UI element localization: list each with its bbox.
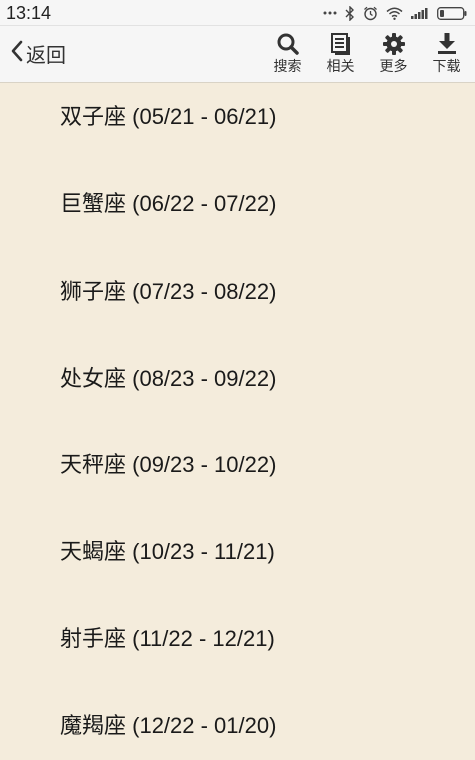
- status-bar: 13:14: [0, 0, 475, 26]
- list-item-name: 双子座: [60, 105, 127, 130]
- list-item-name: 巨蟹座: [60, 192, 127, 217]
- download-button[interactable]: 下载: [420, 32, 473, 78]
- list-item-capricorn[interactable]: 魔羯座 (12/22 - 01/20): [60, 706, 276, 746]
- status-time: 13:14: [6, 3, 52, 23]
- back-label: 返回: [26, 42, 66, 67]
- document-icon: [329, 32, 353, 56]
- signal-icon: [411, 7, 429, 19]
- related-label: 相关: [326, 59, 355, 75]
- wifi-icon: [386, 7, 403, 20]
- list-item-range: (10/23 - 11/21): [126, 539, 275, 564]
- search-label: 搜索: [273, 59, 302, 75]
- list-item-virgo[interactable]: 处女座 (08/23 - 09/22): [60, 359, 276, 399]
- status-icons: [323, 4, 467, 22]
- toolbar-actions: 搜索 相关 更多 下载: [261, 32, 473, 78]
- zodiac-list: 双子座 (05/21 - 06/21) 巨蟹座 (06/22 - 07/22) …: [0, 83, 475, 760]
- list-item-name: 魔羯座: [60, 714, 127, 739]
- list-item-leo[interactable]: 狮子座 (07/23 - 08/22): [60, 272, 276, 312]
- bluetooth-icon: [345, 5, 355, 21]
- list-item-scorpio[interactable]: 天蝎座 (10/23 - 11/21): [60, 532, 275, 572]
- list-item-range: (08/23 - 09/22): [126, 366, 277, 391]
- more-button[interactable]: 更多: [367, 32, 420, 78]
- list-item-name: 天蝎座: [60, 540, 127, 565]
- search-icon: [276, 32, 300, 56]
- list-item-libra[interactable]: 天秤座 (09/23 - 10/22): [60, 445, 276, 485]
- alarm-icon: [363, 6, 378, 21]
- list-item-range: (12/22 - 01/20): [126, 713, 277, 738]
- gear-icon: [382, 32, 406, 56]
- list-item-range: (07/23 - 08/22): [126, 279, 277, 304]
- toolbar: 返回 搜索 相关 更多 下载: [0, 26, 475, 83]
- list-item-sagittarius[interactable]: 射手座 (11/22 - 12/21): [60, 619, 275, 659]
- list-item-range: (09/23 - 10/22): [126, 452, 277, 477]
- list-item-name: 处女座: [60, 367, 127, 392]
- list-item-gemini[interactable]: 双子座 (05/21 - 06/21): [60, 97, 276, 137]
- list-item-range: (11/22 - 12/21): [126, 626, 275, 651]
- download-label: 下载: [432, 59, 461, 75]
- more-dots-icon: [323, 10, 337, 16]
- download-icon: [435, 32, 459, 56]
- list-item-name: 狮子座: [60, 280, 127, 305]
- list-item-name: 射手座: [60, 627, 127, 652]
- list-item-range: (05/21 - 06/21): [126, 104, 277, 129]
- more-label: 更多: [379, 59, 408, 75]
- search-button[interactable]: 搜索: [261, 32, 314, 78]
- back-button[interactable]: 返回: [10, 37, 66, 69]
- list-item-name: 天秤座: [60, 453, 127, 478]
- list-item-cancer[interactable]: 巨蟹座 (06/22 - 07/22): [60, 184, 276, 224]
- list-item-range: (06/22 - 07/22): [126, 191, 277, 216]
- chevron-left-icon: [10, 39, 24, 67]
- battery-icon: [437, 6, 467, 20]
- related-button[interactable]: 相关: [314, 32, 367, 78]
